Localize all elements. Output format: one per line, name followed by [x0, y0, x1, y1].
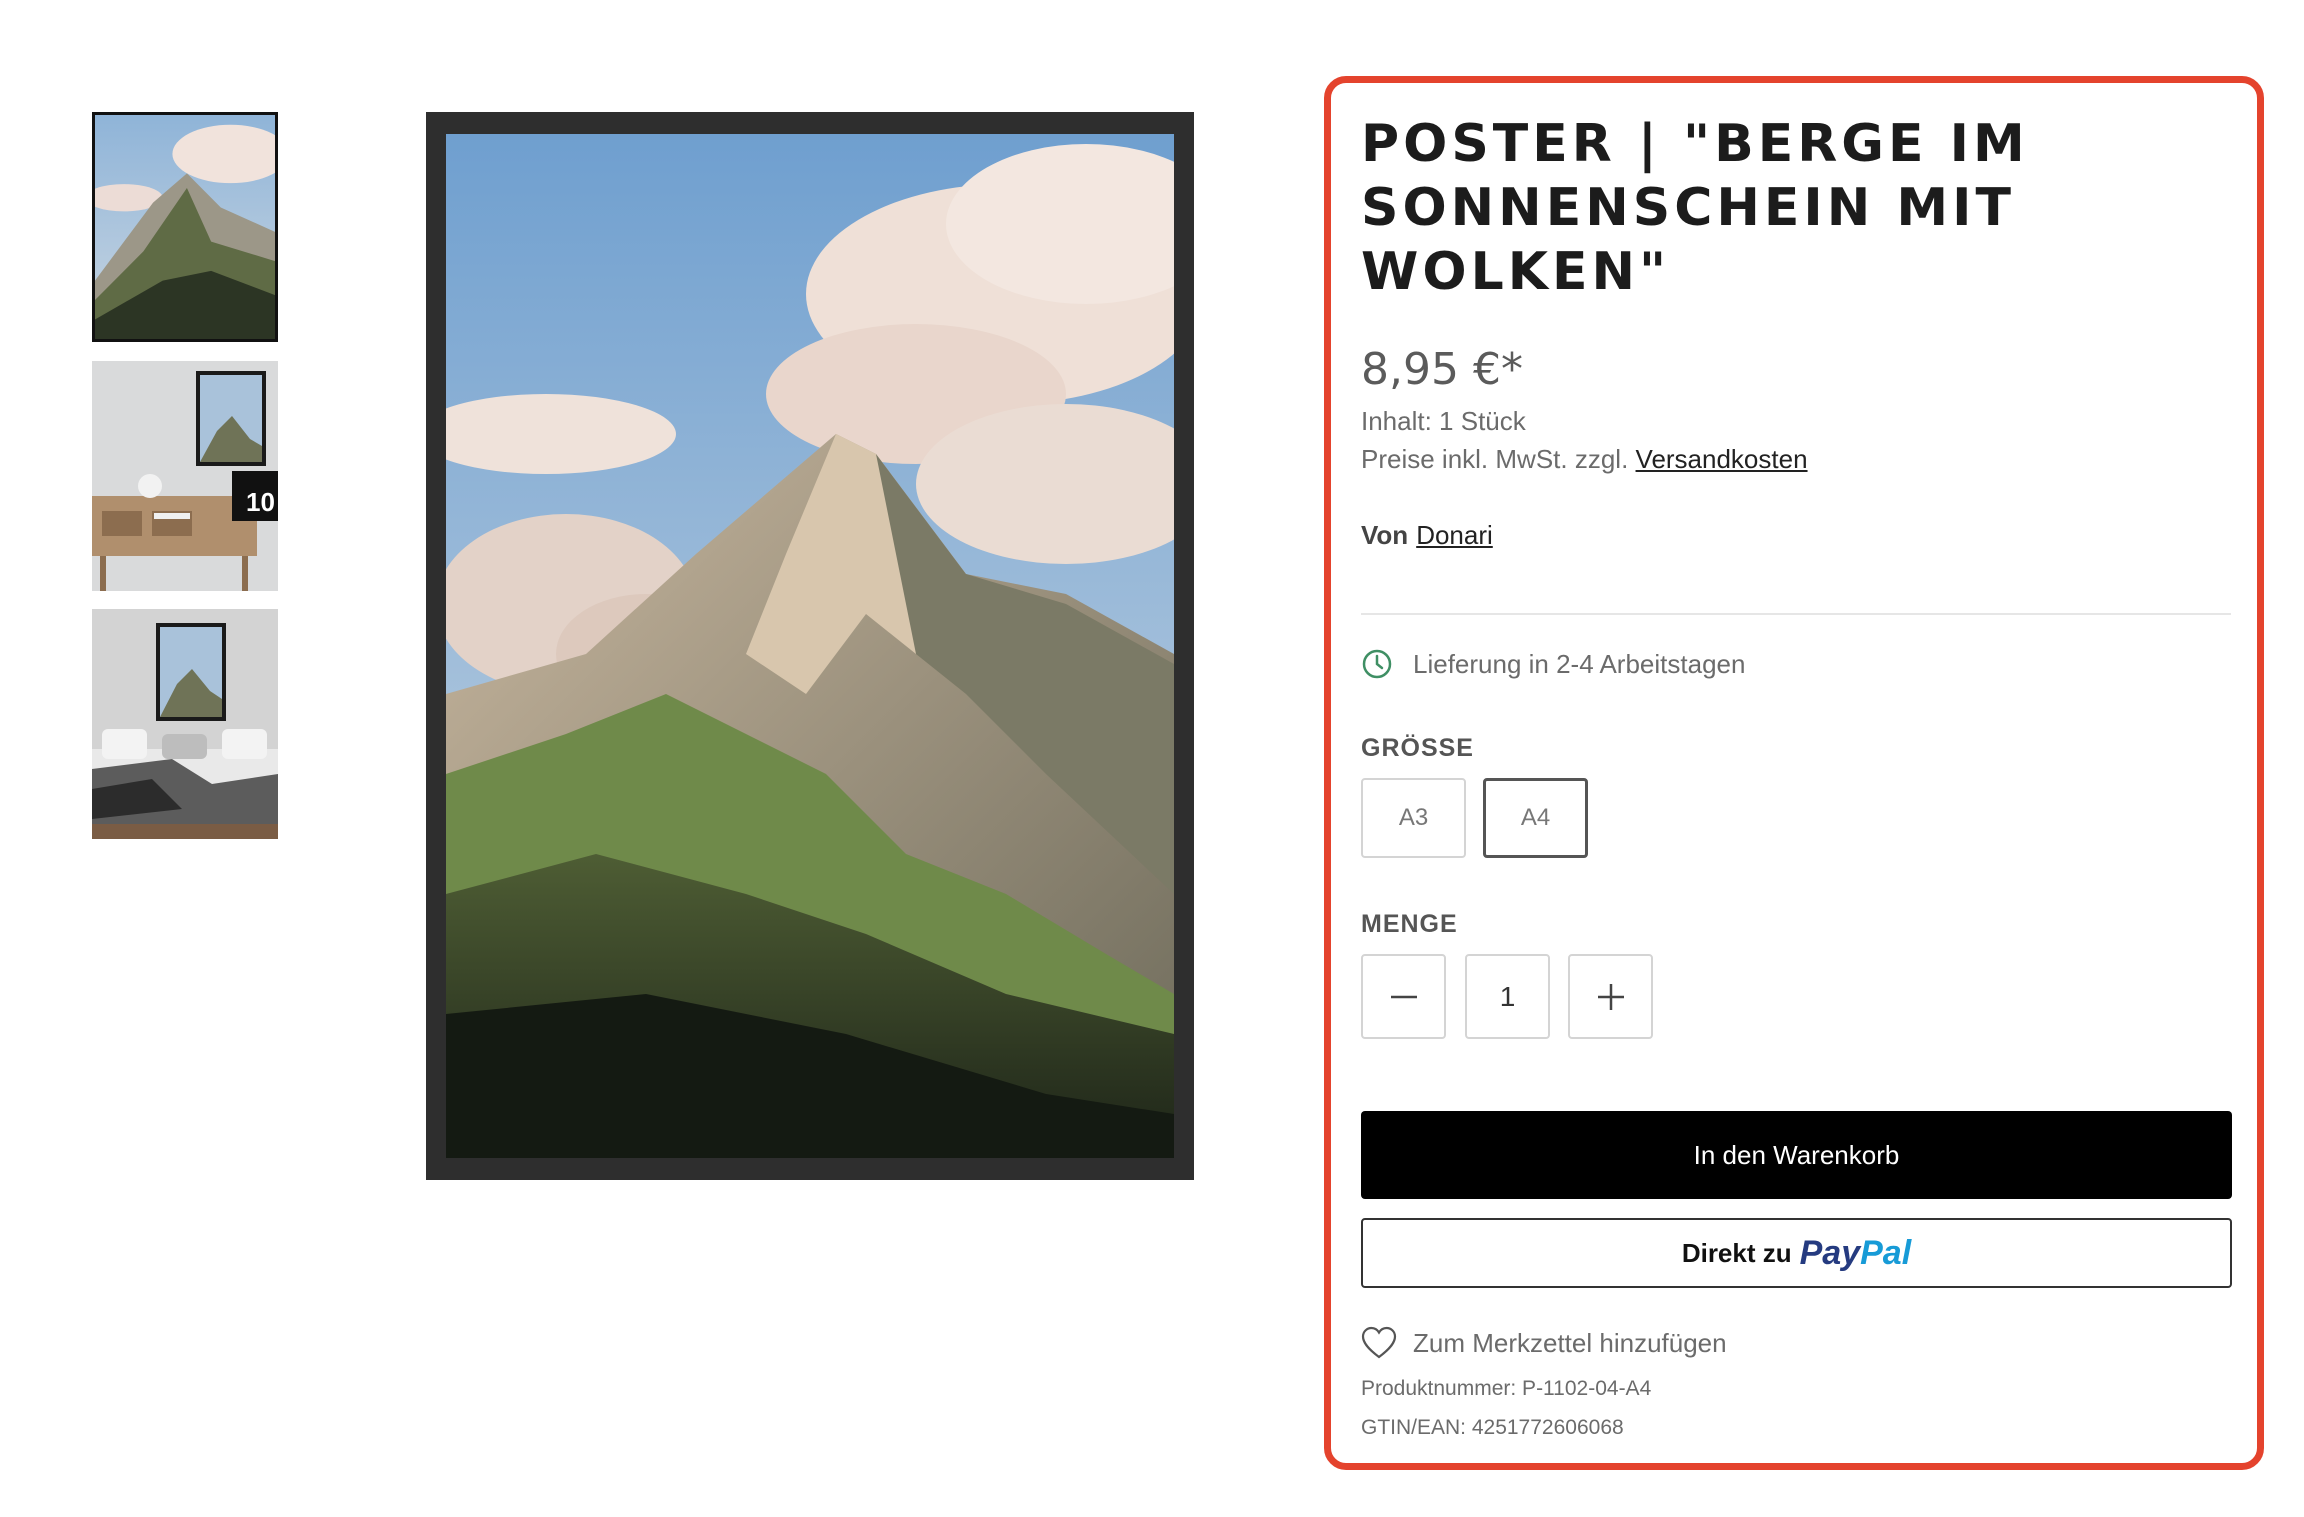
product-price: 8,95 €* — [1361, 344, 1523, 395]
vendor-info: Von Donari — [1361, 520, 1493, 551]
paypal-logo: PayPal — [1799, 1233, 1912, 1272]
product-number: Produktnummer: P-1102-04-A4 — [1361, 1377, 1652, 1400]
content-info: Inhalt: 1 Stück — [1361, 406, 1526, 436]
thumbnail-2[interactable]: 10 — [92, 361, 278, 591]
quantity-decrease-button[interactable] — [1361, 954, 1446, 1039]
add-to-cart-button[interactable]: In den Warenkorb — [1361, 1111, 2232, 1199]
quantity-label: MENGE — [1361, 910, 1458, 938]
tax-info: Preise inkl. MwSt. zzgl. Versandkosten — [1361, 444, 1808, 475]
delivery-text: Lieferung in 2-4 Arbeitstagen — [1413, 648, 1746, 679]
minus-icon — [1390, 995, 1417, 998]
divider — [1361, 613, 2231, 615]
vendor-link[interactable]: Donari — [1416, 520, 1493, 550]
paypal-prefix: Direkt zu — [1681, 1237, 1792, 1268]
tax-note: Preise inkl. MwSt. zzgl. — [1361, 444, 1629, 474]
clock-icon — [1362, 649, 1392, 679]
gtin-ean: GTIN/EAN: 4251772606068 — [1361, 1416, 1624, 1439]
thumbnail-1[interactable] — [92, 112, 278, 342]
shipping-costs-link[interactable]: Versandkosten — [1636, 444, 1808, 474]
heart-icon — [1361, 1326, 1397, 1359]
quantity-increase-button[interactable] — [1568, 954, 1653, 1039]
mountain-thumbnail-image — [95, 115, 275, 339]
desk-scene-thumbnail-image: 10 — [92, 361, 278, 591]
thumbnail-badge: 10 — [246, 487, 275, 517]
product-title: POSTER | "BERGE IM SONNENSCHEIN MIT WOLK… — [1361, 114, 2029, 302]
thumbnail-3[interactable] — [92, 609, 278, 839]
size-option-a4[interactable]: A4 — [1483, 778, 1588, 858]
quantity-input[interactable]: 1 — [1465, 954, 1550, 1039]
size-label: GRÖSSE — [1361, 734, 1474, 762]
wishlist-text: Zum Merkzettel hinzufügen — [1413, 1327, 1727, 1358]
vendor-label: Von — [1361, 520, 1409, 550]
main-product-image[interactable] — [426, 112, 1194, 1180]
add-to-wishlist-link[interactable]: Zum Merkzettel hinzufügen — [1361, 1326, 1727, 1360]
mountain-poster-image — [446, 134, 1174, 1158]
size-option-a3[interactable]: A3 — [1361, 778, 1466, 858]
paypal-checkout-button[interactable]: Direkt zu PayPal — [1361, 1218, 2232, 1288]
delivery-info: Lieferung in 2-4 Arbeitstagen — [1361, 648, 1745, 680]
bed-scene-thumbnail-image — [92, 609, 278, 839]
plus-icon — [1597, 983, 1624, 1010]
